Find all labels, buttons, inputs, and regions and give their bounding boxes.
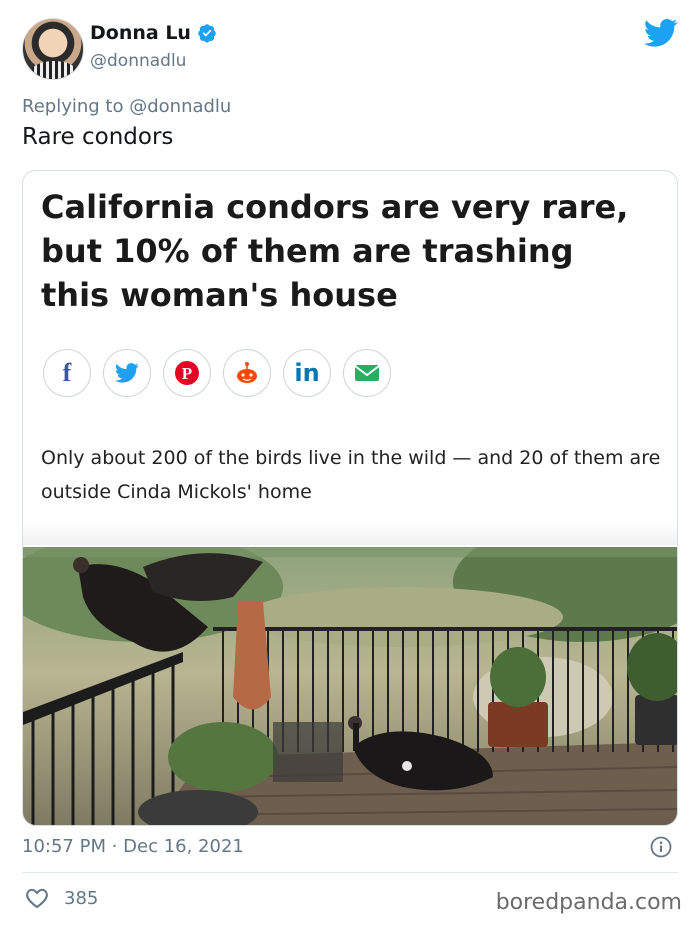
facebook-icon[interactable]: f bbox=[43, 349, 91, 397]
like-count: 385 bbox=[64, 887, 99, 909]
heart-icon[interactable] bbox=[24, 886, 50, 910]
article-subhead: Only about 200 of the birds live in the … bbox=[41, 447, 661, 503]
card-divider bbox=[23, 523, 677, 545]
replying-to: Replying to @donnadlu bbox=[22, 96, 231, 117]
twitter-bird-icon[interactable] bbox=[644, 18, 678, 48]
info-icon[interactable] bbox=[650, 836, 672, 858]
verified-badge-icon bbox=[198, 24, 216, 43]
linkedin-icon[interactable]: in bbox=[283, 349, 331, 397]
replying-mention[interactable]: @donnadlu bbox=[129, 96, 231, 117]
twitter-icon[interactable] bbox=[103, 349, 151, 397]
avatar[interactable] bbox=[22, 18, 84, 80]
email-icon[interactable] bbox=[343, 349, 391, 397]
article-headline: California condors are very rare, but 10… bbox=[41, 188, 629, 314]
pinterest-icon[interactable]: P bbox=[163, 349, 211, 397]
tweet-text: Rare condors bbox=[22, 124, 174, 150]
tweet-timestamp[interactable]: 10:57 PM · Dec 16, 2021 bbox=[22, 836, 244, 857]
condor-photo[interactable] bbox=[23, 547, 677, 825]
svg-text:P: P bbox=[182, 364, 192, 383]
like-row: 385 bbox=[24, 886, 98, 910]
author-handle[interactable]: @donnadlu bbox=[90, 51, 186, 71]
share-buttons: f P in bbox=[43, 349, 391, 397]
article-card[interactable]: California condors are very rare, but 10… bbox=[22, 170, 678, 826]
source-watermark: boredpanda.com bbox=[495, 890, 682, 915]
replying-prefix: Replying to bbox=[22, 96, 124, 117]
author-name-row: Donna Lu bbox=[90, 22, 217, 44]
author-name[interactable]: Donna Lu bbox=[90, 22, 191, 44]
action-divider bbox=[22, 872, 678, 873]
tweet-header: Donna Lu @donnadlu bbox=[22, 16, 682, 82]
reddit-icon[interactable] bbox=[223, 349, 271, 397]
